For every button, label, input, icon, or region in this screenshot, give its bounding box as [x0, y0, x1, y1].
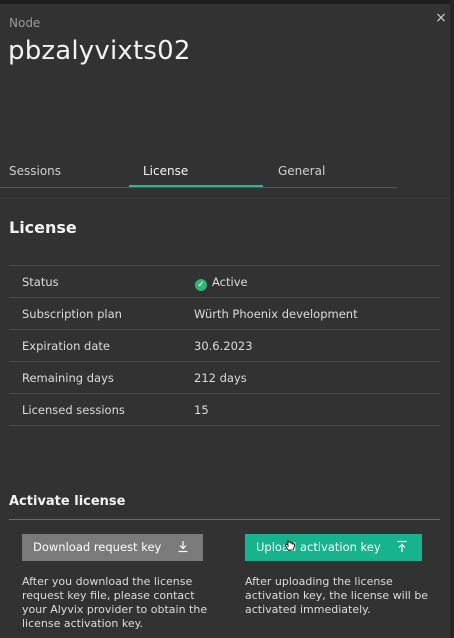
tab-sessions[interactable]: Sessions — [9, 164, 61, 178]
close-icon[interactable]: × — [433, 10, 449, 26]
download-description: After you download the license request k… — [22, 575, 208, 630]
table-row: Status ✓ Active — [9, 265, 440, 297]
check-circle-icon: ✓ — [195, 279, 207, 291]
download-button-label: Download request key — [33, 540, 162, 554]
remaining-days-key: Remaining days — [22, 371, 114, 385]
status-text: Active — [212, 275, 248, 289]
hand-cursor-icon — [284, 539, 296, 553]
table-row: Expiration date 30.6.2023 — [9, 329, 440, 361]
licensed-sessions-key: Licensed sessions — [22, 403, 125, 417]
active-tab-indicator — [129, 185, 263, 187]
tab-general[interactable]: General — [278, 164, 325, 178]
expiration-date-value: 30.6.2023 — [194, 339, 253, 353]
section-divider — [0, 198, 450, 199]
upload-icon — [396, 534, 408, 561]
panel-edge — [450, 0, 454, 638]
download-icon — [177, 534, 189, 561]
activate-divider — [9, 519, 440, 520]
activate-license-heading: Activate license — [9, 494, 126, 509]
table-row: Remaining days 212 days — [9, 361, 440, 393]
tab-license[interactable]: License — [143, 164, 188, 178]
subscription-plan-value: Würth Phoenix development — [194, 307, 358, 321]
subscription-plan-key: Subscription plan — [22, 307, 122, 321]
license-info-table: Status ✓ Active Subscription plan Würth P… — [9, 265, 440, 426]
table-row: Subscription plan Würth Phoenix developm… — [9, 297, 440, 329]
table-row: Licensed sessions 15 — [9, 393, 440, 426]
download-request-key-button[interactable]: Download request key — [22, 534, 203, 561]
upload-activation-key-button[interactable]: Upload activation key — [245, 534, 422, 561]
upload-description: After uploading the license activation k… — [245, 575, 429, 616]
remaining-days-value: 212 days — [194, 371, 247, 385]
status-key: Status — [22, 275, 59, 289]
licensed-sessions-value: 15 — [194, 403, 209, 417]
license-heading: License — [9, 218, 77, 237]
tab-bar: Sessions License General — [0, 158, 397, 188]
expiration-date-key: Expiration date — [22, 339, 110, 353]
upload-button-label: Upload activation key — [256, 540, 381, 554]
status-value: ✓ Active — [194, 275, 248, 291]
node-title: pbzalyvixts02 — [8, 36, 191, 66]
node-label: Node — [9, 16, 41, 30]
